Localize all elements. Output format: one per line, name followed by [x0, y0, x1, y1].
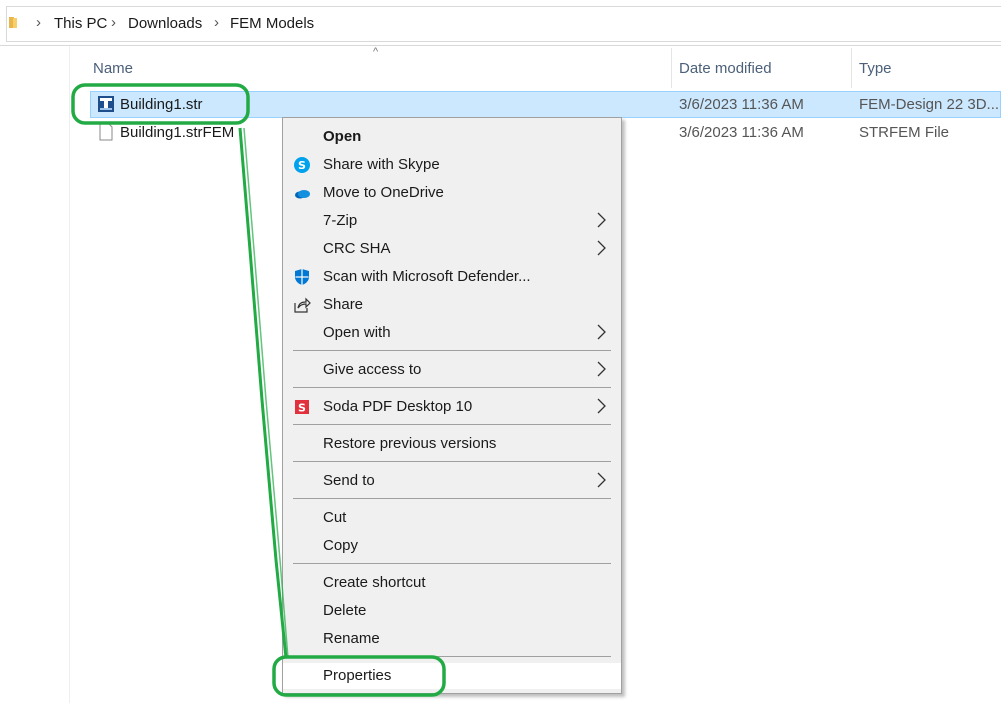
- submenu-arrow-icon: [597, 361, 606, 377]
- menu-separator: [293, 498, 611, 499]
- menu-item-open-with[interactable]: Open with: [283, 320, 621, 346]
- menu-item-send-to[interactable]: Send to: [283, 468, 621, 494]
- blank-file-icon: [99, 123, 113, 141]
- column-header-type[interactable]: Type: [859, 60, 892, 77]
- menu-item-copy[interactable]: Copy: [283, 533, 621, 559]
- share-icon: [294, 297, 311, 313]
- file-name: Building1.strFEM: [120, 124, 235, 141]
- menu-label: CRC SHA: [323, 240, 391, 257]
- menu-label: Give access to: [323, 361, 422, 378]
- fem-design-icon: [98, 96, 114, 112]
- submenu-arrow-icon: [597, 324, 606, 340]
- file-row[interactable]: Building1.str 3/6/2023 11:36 AM FEM-Desi…: [90, 91, 1001, 118]
- menu-label: Move to OneDrive: [323, 184, 444, 201]
- menu-label: Delete: [323, 602, 367, 619]
- svg-text:S: S: [298, 402, 306, 415]
- annotation-connector-line: [238, 127, 288, 659]
- breadcrumb-chevron-icon[interactable]: ›: [36, 14, 41, 31]
- menu-item-properties[interactable]: Properties: [283, 663, 621, 689]
- column-header-name[interactable]: Name: [93, 60, 133, 77]
- submenu-arrow-icon: [597, 212, 606, 228]
- column-divider[interactable]: [851, 48, 852, 88]
- menu-label: Scan with Microsoft Defender...: [323, 268, 531, 285]
- menu-separator: [293, 656, 611, 657]
- file-name: Building1.str: [120, 96, 203, 113]
- column-header-date-modified[interactable]: Date modified: [679, 60, 772, 77]
- file-date: 3/6/2023 11:36 AM: [679, 124, 804, 141]
- menu-label: Restore previous versions: [323, 435, 497, 452]
- menu-separator: [293, 350, 611, 351]
- folder-icon: [9, 17, 17, 28]
- menu-item-scan-defender[interactable]: Scan with Microsoft Defender...: [283, 264, 621, 290]
- menu-label: Copy: [323, 537, 359, 554]
- menu-separator: [293, 563, 611, 564]
- menu-label: Share with Skype: [323, 156, 440, 173]
- menu-item-7zip[interactable]: 7-Zip: [283, 208, 621, 234]
- menu-label: Open: [323, 128, 362, 145]
- menu-separator: [293, 461, 611, 462]
- sort-ascending-icon: ^: [373, 46, 379, 58]
- menu-item-soda-pdf[interactable]: S Soda PDF Desktop 10: [283, 394, 621, 420]
- menu-item-cut[interactable]: Cut: [283, 505, 621, 531]
- menu-item-move-onedrive[interactable]: Move to OneDrive: [283, 180, 621, 206]
- menu-label: Create shortcut: [323, 574, 426, 591]
- onedrive-icon: [295, 190, 310, 199]
- menu-label: Soda PDF Desktop 10: [323, 398, 473, 415]
- file-date: 3/6/2023 11:36 AM: [679, 96, 804, 113]
- menu-item-open[interactable]: Open: [283, 124, 621, 150]
- menu-item-delete[interactable]: Delete: [283, 598, 621, 624]
- menu-label: 7-Zip: [323, 212, 358, 229]
- menu-item-rename[interactable]: Rename: [283, 626, 621, 652]
- menu-item-crc-sha[interactable]: CRC SHA: [283, 236, 621, 262]
- breadcrumb-chevron-icon[interactable]: ›: [214, 14, 219, 31]
- menu-separator: [293, 387, 611, 388]
- breadcrumb-fem-models[interactable]: FEM Models: [230, 15, 314, 32]
- nav-pane-divider: [69, 46, 70, 703]
- menu-item-share-skype[interactable]: S Share with Skype: [283, 152, 621, 178]
- column-divider[interactable]: [671, 48, 672, 88]
- menu-item-share[interactable]: Share: [283, 292, 621, 318]
- menu-label: Rename: [323, 630, 380, 647]
- breadcrumb-downloads[interactable]: Downloads: [128, 15, 202, 32]
- menu-label: Open with: [323, 324, 391, 341]
- submenu-arrow-icon: [597, 472, 606, 488]
- menu-label: Properties: [323, 667, 392, 684]
- skype-icon: S: [294, 157, 310, 173]
- soda-pdf-icon: S: [295, 400, 309, 415]
- file-type: FEM-Design 22 3D...: [859, 96, 1000, 113]
- menu-separator: [293, 424, 611, 425]
- menu-label: Send to: [323, 472, 375, 489]
- context-menu: Open S Share with Skype Move to OneDrive…: [282, 117, 622, 694]
- submenu-arrow-icon: [597, 398, 606, 414]
- file-type: STRFEM File: [859, 124, 949, 141]
- menu-item-create-shortcut[interactable]: Create shortcut: [283, 570, 621, 596]
- submenu-arrow-icon: [597, 240, 606, 256]
- menu-label: Cut: [323, 509, 347, 526]
- breadcrumb-this-pc[interactable]: This PC: [54, 15, 107, 32]
- menu-label: Share: [323, 296, 364, 313]
- svg-text:S: S: [298, 159, 306, 172]
- menu-item-restore-versions[interactable]: Restore previous versions: [283, 431, 621, 457]
- breadcrumb-chevron-icon[interactable]: ›: [111, 14, 116, 31]
- menu-item-give-access[interactable]: Give access to: [283, 357, 621, 383]
- address-bar: › This PC › Downloads › FEM Models: [0, 0, 1001, 46]
- defender-shield-icon: [295, 269, 309, 285]
